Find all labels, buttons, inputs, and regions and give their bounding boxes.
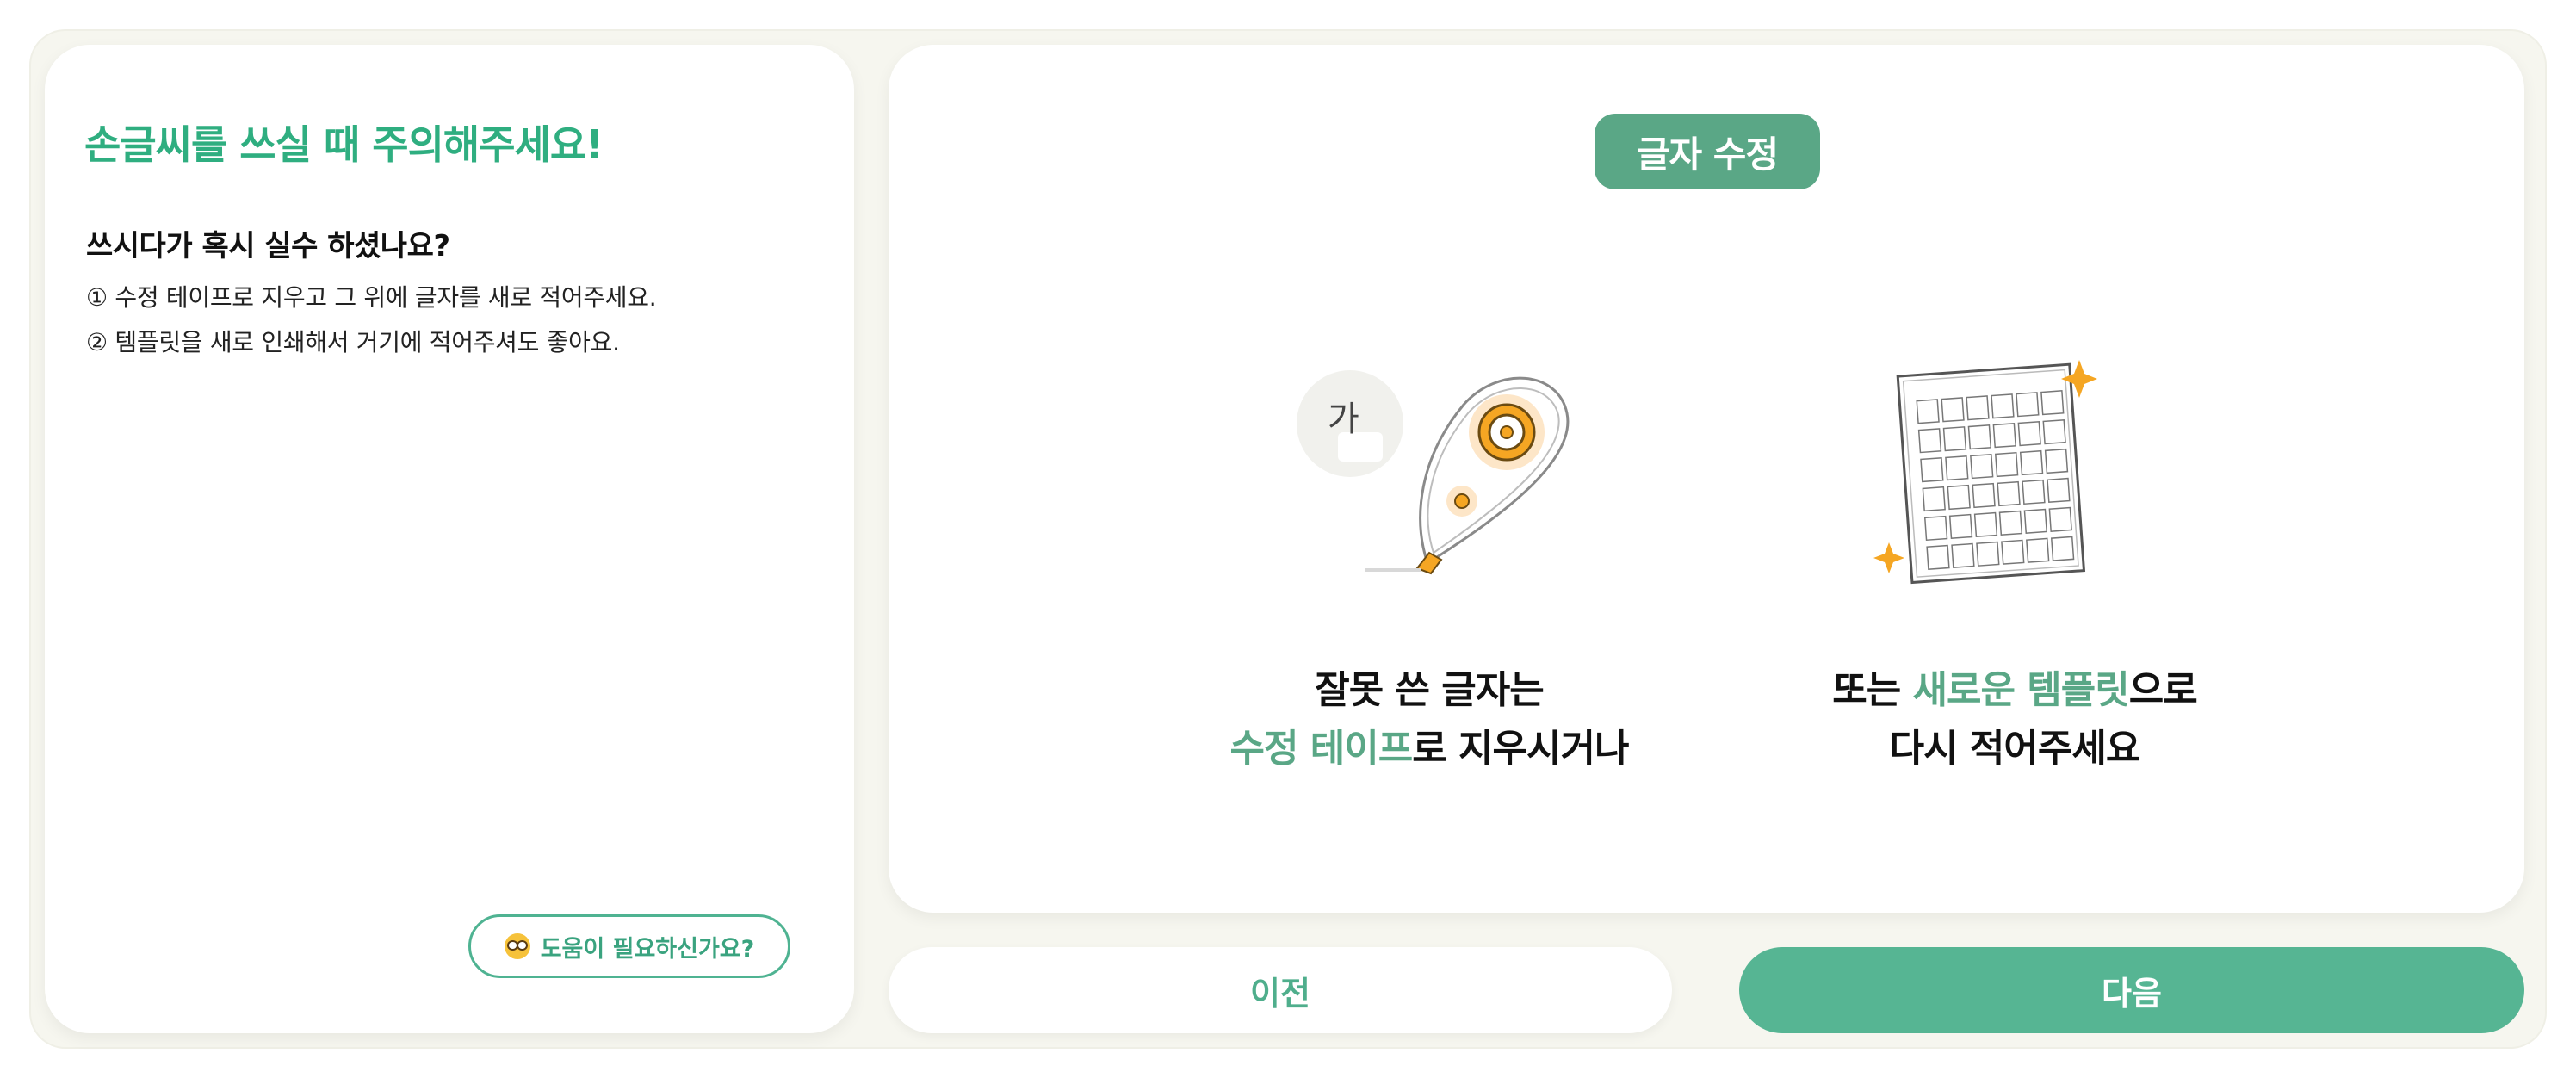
next-button[interactable]: 다음 xyxy=(1739,947,2524,1033)
grid-cell xyxy=(1941,397,1965,423)
grid-cell xyxy=(2050,536,2075,561)
grid-cell xyxy=(2019,449,2044,476)
grid-cell xyxy=(1967,424,1992,450)
nerd-face-icon xyxy=(504,933,530,959)
grid-cell xyxy=(2026,537,2050,563)
caption-line: 으로 xyxy=(2128,668,2198,712)
grid-cell xyxy=(1994,451,2019,478)
notice-line-1: ① 수정 테이프로 지우고 그 위에 글자를 새로 적어주세요. xyxy=(86,283,657,312)
grid-cell xyxy=(2016,392,2040,418)
grid-cell xyxy=(1920,457,1944,483)
grid-cell xyxy=(1942,426,1967,452)
new-template-sheet-icon xyxy=(1873,360,2097,585)
grid-cell xyxy=(1926,544,1950,570)
notice-card xyxy=(45,45,854,1033)
grid-cell xyxy=(1966,395,1990,421)
grid-cell xyxy=(2048,506,2072,532)
caption-line: 로 지우시거나 xyxy=(1412,727,1629,771)
caption-line: 다시 적어주세요 xyxy=(1889,727,2141,771)
notice-title: 손글씨를 쓰실 때 주의해주세요! xyxy=(84,121,604,168)
grid-cell xyxy=(1997,480,2021,507)
notice-line-2: ② 템플릿을 새로 인쇄해서 거기에 적어주셔도 좋아요. xyxy=(86,328,620,356)
grid-cell xyxy=(1945,455,1969,481)
caption-highlight: 새로운 템플릿 xyxy=(1912,668,2130,712)
sparkle-icon xyxy=(1873,542,1904,573)
notice-subtitle: 쓰시다가 혹시 실수 하셨나요? xyxy=(86,229,450,263)
grid-cell xyxy=(2040,390,2065,416)
tape-option-caption: 잘못 쓴 글자는 수정 테이프로 지우시거나 xyxy=(1188,661,1670,778)
grid-cell xyxy=(1972,482,1996,509)
grid-cell xyxy=(1947,484,1971,511)
caption-highlight: 수정 테이프 xyxy=(1229,727,1414,771)
template-option-caption: 또는 새로운 템플릿으로 다시 적어주세요 xyxy=(1774,661,2256,778)
section-tag: 글자 수정 xyxy=(1595,114,1820,189)
small-reel xyxy=(1454,493,1470,509)
grid-cell xyxy=(1923,515,1948,542)
caption-line: 잘못 쓴 글자는 xyxy=(1315,668,1545,712)
grid-cell xyxy=(1917,428,1942,454)
grid-cell xyxy=(2001,539,2025,565)
grid-cell xyxy=(2042,418,2066,445)
grid-cell xyxy=(1998,510,2023,536)
reel-hub xyxy=(1500,425,1514,439)
grid-cell xyxy=(1992,423,2016,449)
prev-button[interactable]: 이전 xyxy=(889,947,1672,1033)
grid-cell xyxy=(1976,541,2000,567)
sample-letter: 가 xyxy=(1328,400,1359,439)
correction-tape-icon: 가 xyxy=(1297,370,1570,575)
grid-cell xyxy=(2047,477,2071,504)
grid-cell xyxy=(2044,448,2069,474)
grid-cell xyxy=(1951,542,1975,568)
grid-cell xyxy=(1916,399,1940,424)
grid-cell xyxy=(1948,513,1973,540)
grid-cell xyxy=(2023,508,2048,534)
grid-cell xyxy=(1922,486,1946,512)
grid-cell xyxy=(1973,511,1998,538)
caption-line: 또는 xyxy=(1832,668,1913,712)
help-button[interactable]: 도움이 필요하신가요? xyxy=(468,914,790,978)
grid-cell xyxy=(1991,393,2015,419)
grid-cell xyxy=(2017,420,2041,447)
grid-cell xyxy=(2022,479,2046,505)
grid-cell xyxy=(1970,453,1994,480)
help-button-label: 도움이 필요하신가요? xyxy=(540,935,755,963)
